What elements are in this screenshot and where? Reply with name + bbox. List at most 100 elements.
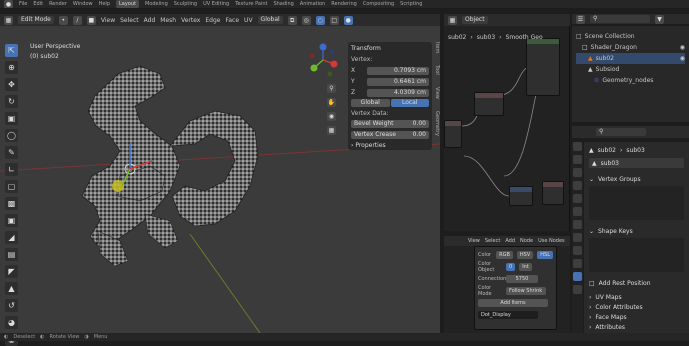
properties-section[interactable]: › Properties	[351, 142, 429, 149]
name-field[interactable]: Dot_Display	[478, 310, 538, 319]
spin-icon[interactable]: ↺	[5, 299, 18, 312]
connections-field[interactable]: 5750	[506, 274, 538, 283]
tab-shading[interactable]: Shading	[273, 1, 293, 7]
node-box[interactable]	[509, 186, 533, 206]
uv-maps-panel[interactable]: › UV Maps	[589, 292, 684, 302]
outliner-item-subsiod[interactable]: ▲ Subsiod	[576, 64, 685, 75]
bevel-weight-field[interactable]: Bevel Weight 0.00	[351, 119, 429, 128]
global-toggle[interactable]: Global	[351, 99, 390, 107]
face-select-icon[interactable]: ■	[86, 15, 96, 25]
output-tab-icon[interactable]	[573, 168, 582, 177]
tab-sculpting[interactable]: Sculpting	[174, 1, 197, 7]
menu-file[interactable]: File	[19, 1, 27, 7]
proportional-edit-icon[interactable]: ◎	[301, 15, 311, 25]
attributes-panel[interactable]: › Attributes	[589, 322, 684, 332]
object-tab-icon[interactable]	[573, 220, 582, 229]
outliner-item-scene-collection[interactable]: □ Scene Collection	[576, 31, 685, 42]
vp-menu-add[interactable]: Add	[144, 17, 156, 24]
tab-texture-paint[interactable]: Texture Paint	[235, 1, 267, 7]
navigation-gizmo[interactable]	[308, 42, 338, 82]
outliner-item-sub02[interactable]: ▲ sub02 ◉	[576, 53, 685, 64]
vertex-groups-list[interactable]	[589, 186, 684, 220]
outliner-type-icon[interactable]: ☰	[576, 14, 585, 24]
tab-uv-editing[interactable]: UV Editing	[203, 1, 229, 7]
shading-solid-icon[interactable]: ●	[343, 15, 353, 25]
color-object-field[interactable]: 0	[506, 262, 516, 271]
ne2-menu-select[interactable]: Select	[485, 238, 500, 244]
menu-help[interactable]: Help	[99, 1, 110, 7]
particles-tab-icon[interactable]	[573, 246, 582, 255]
mesh-name-field[interactable]: ▲ sub03	[589, 158, 684, 168]
ne2-menu-node[interactable]: Node	[520, 238, 533, 244]
vertex-groups-panel[interactable]: ⌄ Vertex Groups	[589, 174, 684, 184]
vp-menu-view[interactable]: View	[101, 17, 115, 24]
filter-icon[interactable]: ▼	[655, 14, 664, 24]
add-rest-position-checkbox[interactable]: □ Add Rest Position	[589, 278, 684, 288]
xray-icon[interactable]: □	[329, 15, 339, 25]
view-layer-tab-icon[interactable]	[573, 181, 582, 190]
tab-geometry[interactable]: Geometry	[434, 111, 440, 136]
menu-render[interactable]: Render	[49, 1, 67, 7]
node-box[interactable]	[542, 181, 564, 205]
annotate-icon[interactable]: ✎	[5, 146, 18, 159]
scale-icon[interactable]: ▣	[5, 112, 18, 125]
select-box-icon[interactable]: ⇱	[5, 44, 18, 57]
smooth-icon[interactable]: ◕	[5, 316, 18, 329]
scene-tab-icon[interactable]	[573, 194, 582, 203]
color-object-type[interactable]: Int	[519, 262, 532, 271]
vp-menu-edge[interactable]: Edge	[205, 17, 220, 24]
vertex-x-field[interactable]: 0.7093 cm	[367, 66, 429, 75]
shape-keys-panel[interactable]: ⌄ Shape Keys	[589, 226, 684, 236]
extrude-icon[interactable]: ▩	[5, 197, 18, 210]
vertex-select-icon[interactable]: •	[58, 15, 68, 25]
properties-search-input[interactable]: ⚲	[596, 128, 646, 136]
cursor-icon[interactable]: ⊕	[5, 61, 18, 74]
tab-view[interactable]: View	[434, 87, 440, 99]
tab-scripting[interactable]: Scripting	[400, 1, 422, 7]
snap-icon[interactable]: ⧉	[287, 15, 297, 25]
vp-menu-select[interactable]: Select	[120, 17, 139, 24]
render-tab-icon[interactable]	[573, 155, 582, 164]
use-nodes-toggle[interactable]: Use Nodes	[538, 238, 565, 244]
node-box[interactable]	[444, 120, 462, 148]
edge-select-icon[interactable]: ∕	[72, 15, 82, 25]
loop-cut-icon[interactable]: ▤	[5, 248, 18, 261]
world-tab-icon[interactable]	[573, 207, 582, 216]
menu-edit[interactable]: Edit	[33, 1, 43, 7]
mesh-data-tab-icon[interactable]	[573, 272, 582, 281]
node-editor-type-icon[interactable]: ▦	[448, 15, 457, 25]
tab-layout[interactable]: Layout	[116, 0, 139, 8]
rotate-icon[interactable]: ↻	[5, 95, 18, 108]
breadcrumb-mesh[interactable]: sub03	[477, 34, 495, 41]
measure-icon[interactable]: ∟	[5, 163, 18, 176]
tab-compositing[interactable]: Compositing	[363, 1, 394, 7]
overlays-icon[interactable]: ○	[315, 15, 325, 25]
menu-window[interactable]: Window	[73, 1, 93, 7]
editor-type-icon[interactable]: ▦	[4, 15, 13, 25]
tab-animation[interactable]: Animation	[300, 1, 326, 7]
add-items-button[interactable]: Add Items	[478, 298, 548, 307]
bevel-icon[interactable]: ◢	[5, 231, 18, 244]
camera-view-icon[interactable]: ◉	[327, 112, 336, 121]
breadcrumb-nodetree[interactable]: Smooth Geo	[506, 34, 543, 41]
color-mode-hsv[interactable]: HSV	[516, 250, 534, 259]
breadcrumb-object[interactable]: sub02	[448, 34, 466, 41]
move-icon[interactable]: ✥	[5, 78, 18, 91]
vp-menu-mesh[interactable]: Mesh	[160, 17, 176, 24]
tab-modeling[interactable]: Modeling	[145, 1, 168, 7]
vertex-crease-field[interactable]: Vertex Crease 0.00	[351, 130, 429, 139]
vertex-z-field[interactable]: 4.0309 cm	[367, 88, 429, 97]
vertex-y-field[interactable]: 0.6461 cm	[367, 77, 429, 86]
transform-header[interactable]: Transform	[351, 45, 429, 52]
orientation-dropdown[interactable]: Global	[257, 16, 283, 24]
visibility-eye-icon[interactable]: ◉	[680, 53, 685, 64]
node-editor-canvas[interactable]	[444, 26, 570, 231]
physics-tab-icon[interactable]	[573, 259, 582, 268]
face-maps-panel[interactable]: › Face Maps	[589, 312, 684, 322]
vp-menu-vertex[interactable]: Vertex	[181, 17, 200, 24]
transform-icon[interactable]: ◯	[5, 129, 18, 142]
ne2-menu-add[interactable]: Add	[505, 238, 515, 244]
ne2-menu-view[interactable]: View	[468, 238, 480, 244]
modifier-tab-icon[interactable]	[573, 233, 582, 242]
tab-rendering[interactable]: Rendering	[331, 1, 357, 7]
